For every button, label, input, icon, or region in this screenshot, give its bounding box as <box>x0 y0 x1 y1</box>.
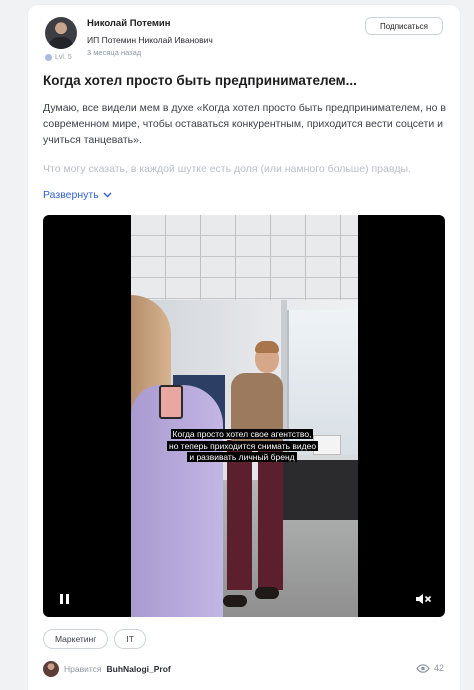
post-body-text: Думаю, все видели мем в духе «Когда хоте… <box>43 102 446 146</box>
video-caption-text: Когда просто хотел свое агентство, но те… <box>167 429 319 462</box>
expand-button[interactable]: Развернуть <box>43 189 112 201</box>
video-player[interactable]: Когда просто хотел свое агентство, но те… <box>43 215 445 617</box>
post-body: Думаю, все видели мем в духе «Когда хоте… <box>43 100 448 148</box>
tag-list: Маркетинг IT <box>43 629 146 649</box>
liker-avatar[interactable] <box>43 661 59 677</box>
tag-marketing[interactable]: Маркетинг <box>43 629 109 649</box>
subscribe-button[interactable]: Подписаться <box>365 17 443 35</box>
post-time: 3 месяца назад <box>87 48 142 57</box>
expand-label: Развернуть <box>43 189 99 201</box>
views-count: 42 <box>434 663 445 673</box>
author-avatar[interactable] <box>45 17 77 49</box>
pause-button[interactable] <box>57 592 71 606</box>
post-card: Lvl. 5 Николай Потемин ИП Потемин Никола… <box>28 5 460 690</box>
author-name[interactable]: Николай Потемин <box>87 18 171 29</box>
pause-icon <box>59 594 69 604</box>
eye-icon <box>416 663 430 673</box>
mute-button[interactable] <box>414 591 432 607</box>
video-frame <box>131 215 358 617</box>
author-level-badge: Lvl. 5 <box>45 54 72 61</box>
author-level: Lvl. 5 <box>55 54 72 61</box>
chevron-down-icon <box>103 192 112 198</box>
likes-user[interactable]: BuhNalogi_Prof <box>107 664 171 674</box>
post-title[interactable]: Когда хотел просто быть предпринимателем… <box>43 73 443 88</box>
video-caption: Когда просто хотел свое агентство, но те… <box>167 429 319 464</box>
author-company: ИП Потемин Николай Иванович <box>87 35 213 45</box>
volume-muted-icon <box>416 594 432 604</box>
post-body-faded: Что могу сказать, в каждой шутке есть до… <box>43 163 411 175</box>
tag-it[interactable]: IT <box>114 629 146 649</box>
views-counter: 42 <box>416 663 444 673</box>
likes-prefix: Нравится <box>64 664 102 674</box>
likes-info: Нравится BuhNalogi_Prof <box>43 661 171 677</box>
level-icon <box>45 54 52 61</box>
